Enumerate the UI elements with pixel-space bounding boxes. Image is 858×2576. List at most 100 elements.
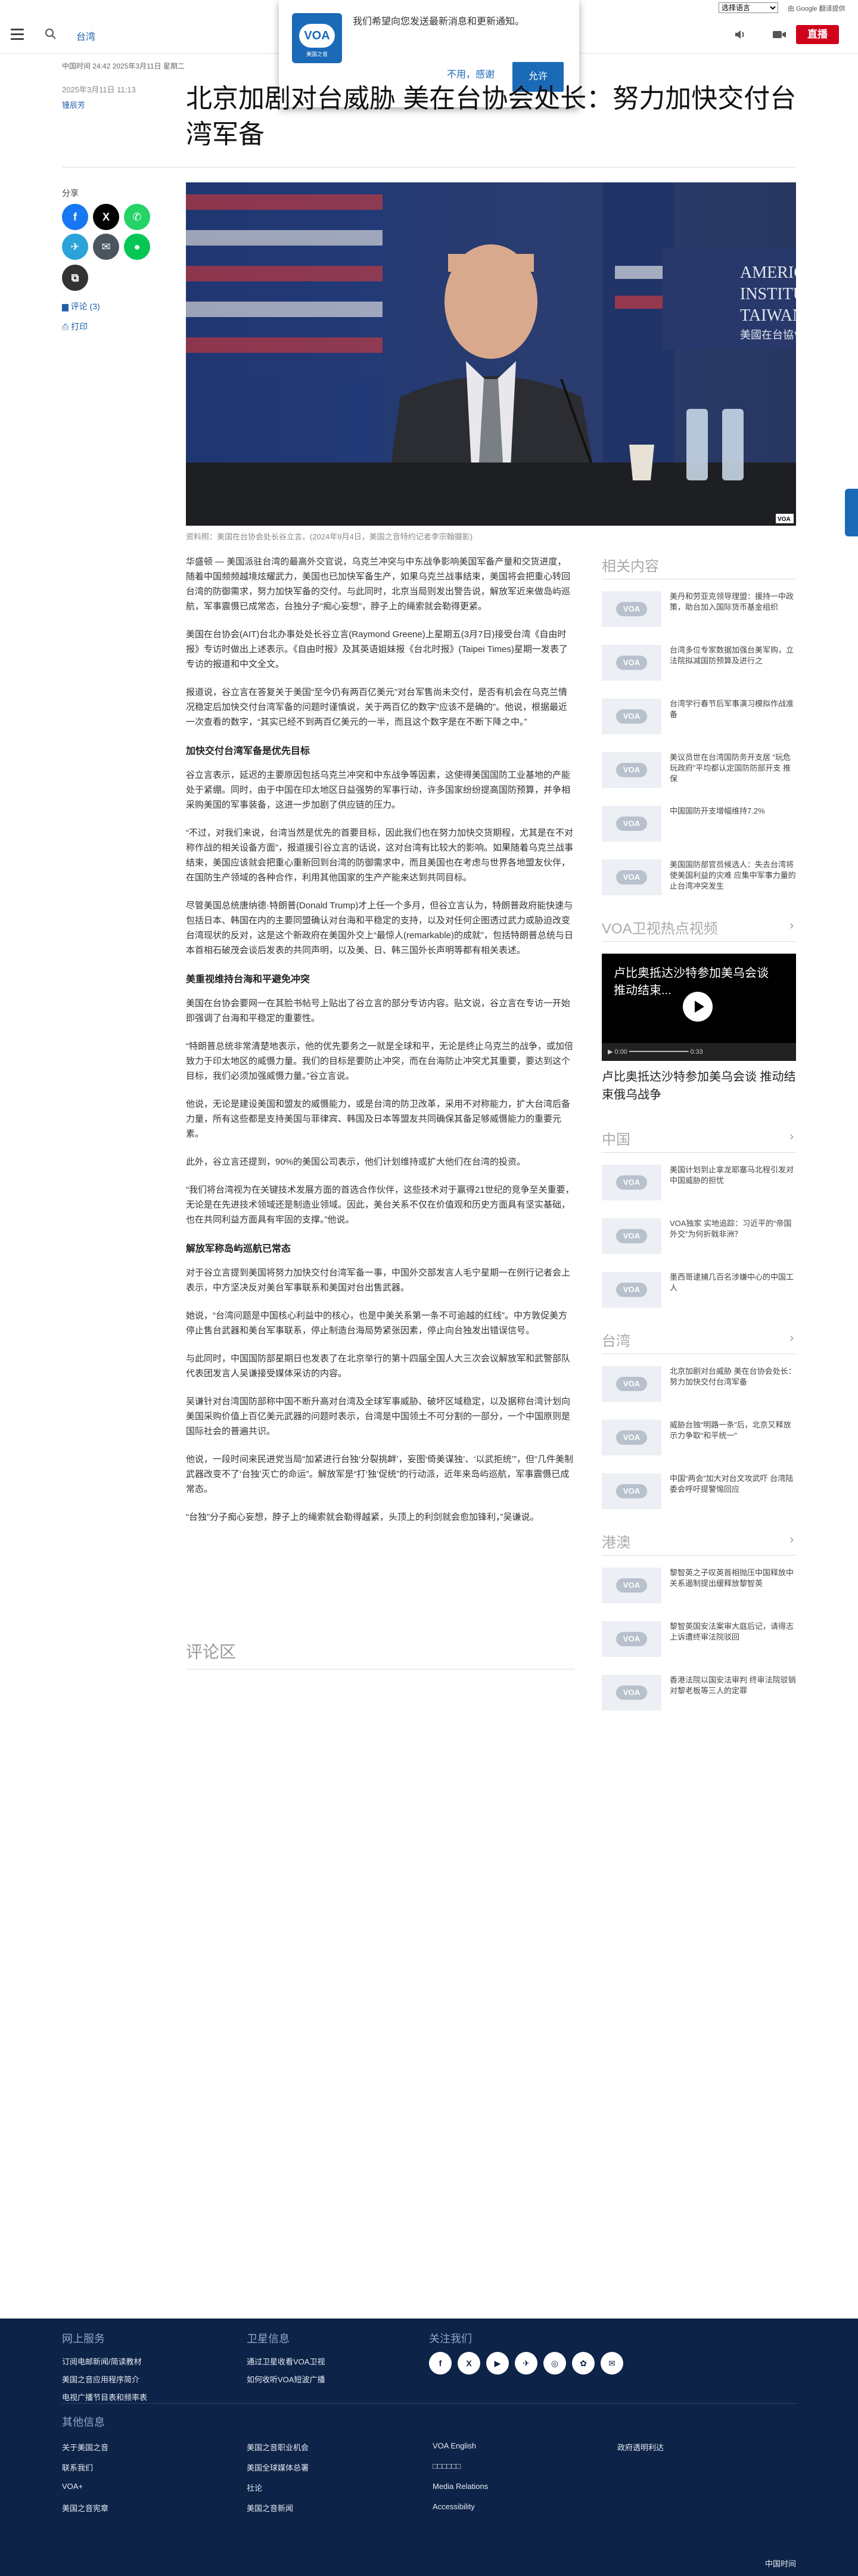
print-link-label: 打印 (71, 322, 88, 331)
paragraph: 他说，无论是建设美国和盟友的威慑能力，或是台湾的防卫改革，采用不对称能力，扩大台… (186, 1099, 571, 1139)
footer-link[interactable]: Media Relations (433, 2482, 488, 2491)
footer-link[interactable]: 社论 (247, 2482, 262, 2493)
article-thumbnail: VOA (602, 1366, 661, 1402)
share-label: 分享 (62, 188, 79, 198)
footer-link[interactable]: 美国之音新闻 (247, 2502, 293, 2513)
sidebar-article[interactable]: VOA 黎智英国安法案审大庭后记，请得志上诉遭终审法院驳回 (602, 1621, 796, 1664)
email-share-icon[interactable]: ✉ (93, 234, 119, 260)
comment-icon: ▆ (62, 302, 71, 311)
instagram-icon[interactable]: ◎ (543, 2352, 566, 2375)
sidebar-article[interactable]: VOA 香港法院以国安法审判 终审法院驳销对黎老板等三人的定罪 (602, 1675, 796, 1718)
footer-link[interactable]: 订阅电邮新闻/简读教材 (62, 2355, 142, 2367)
footer-link[interactable]: 通过卫星收看VOA卫视 (247, 2355, 325, 2367)
video-controls[interactable]: ▶ 0:00 ━━━━━━━━━━━━━━━ 0:33 (602, 1043, 796, 1061)
voa-logo-icon: VOA (616, 1686, 647, 1700)
article-thumbnail: VOA (602, 1473, 661, 1509)
sidebar-article[interactable]: VOA 黎智英之子叹英首相抛压中国释放中关系遏制提出缓释放黎智英 (602, 1568, 796, 1610)
page-meta-line: 中国时间 24:42 2025年3月11日 星期二 (62, 62, 185, 70)
telegram-share-icon[interactable]: ✈ (62, 234, 88, 260)
telegram-icon[interactable]: ✈ (515, 2352, 537, 2375)
live-button[interactable]: 直播 (796, 25, 839, 44)
sidebar-article[interactable]: VOA 中国“两会”加大对台文攻武吓 台湾陆委会呼吁提警惕回应 (602, 1473, 796, 1516)
sidebar: 相关内容 VOA 美丹和劳亚克领导理盟：援持一中政策，助台加入国际货币基金组织 VO… (602, 554, 796, 1728)
sidebar-article-title: 黎智英之子叹英首相抛压中国释放中关系遏制提出缓释放黎智英 (670, 1568, 794, 1588)
author-link[interactable]: 锺辰芳 (62, 99, 85, 110)
email-icon[interactable]: ✉ (601, 2352, 623, 2375)
x-share-icon[interactable]: X (93, 204, 119, 230)
article-thumbnail: VOA (602, 1420, 661, 1455)
paragraph: “特朗普总统非常清楚地表示，他的优先要务之一就是全球和平，无论是终止乌克兰的战争… (186, 1041, 573, 1081)
video-section-title[interactable]: VOA卫视热点视频 › (602, 917, 796, 942)
facebook-icon[interactable]: f (429, 2352, 452, 2375)
video-camera-icon[interactable] (772, 29, 786, 41)
svg-text:美國在台協會: 美國在台協會 (740, 329, 796, 342)
line-share-icon[interactable]: ● (124, 234, 150, 260)
footer-link[interactable]: Accessibility (433, 2502, 475, 2511)
sidebar-article[interactable]: VOA 美国计划到止拿龙耶塞马北程引发对中国威胁的担忧 (602, 1165, 796, 1208)
paragraph: “不过，对我们来说，台湾当然是优先的首要目标，因此我们也在努力加快交货期程，尤其… (186, 828, 573, 883)
video-player[interactable]: 卢比奥抵达沙特参加美乌会谈 推动结束... ▶ 0:00 ━━━━━━━━━━━… (602, 954, 796, 1061)
x-icon[interactable]: X (458, 2352, 480, 2375)
svg-text:TAIWAN: TAIWAN (740, 306, 796, 325)
footer-link[interactable]: VOA English (433, 2441, 476, 2450)
menu-icon[interactable] (11, 29, 24, 41)
search-icon[interactable] (44, 27, 57, 41)
print-link[interactable]: ⎙ 打印 (62, 321, 88, 333)
sidebar-article[interactable]: VOA 北京加剧对台威胁 美在台协会处长：努力加快交付台湾军备 (602, 1366, 796, 1409)
hero-sign-text: AMERICAN (740, 263, 796, 282)
footer-link[interactable]: 如何收听VOA短波广播 (247, 2373, 325, 2385)
sidebar-article[interactable]: VOA 美议员世在台湾国防务开支居 “玩危玩政府”平均都认定国防防部开支 推保 (602, 752, 796, 795)
publish-date: 2025年3月11日 11:13 (62, 85, 136, 94)
whatsapp-share-icon[interactable]: ✆ (124, 204, 150, 230)
footer: 网上服务 订阅电邮新闻/简读教材 美国之音应用程序简介 电视广播节目表和频率表 … (0, 2319, 858, 2576)
hero-illustration: AMERICAN INSTITUTE IN TAIWAN 美國在台協會 VOA (186, 182, 796, 526)
sidebar-article[interactable]: VOA 美丹和劳亚克领导理盟：援持一中政策，助台加入国际货币基金组织 (602, 591, 796, 634)
section-link[interactable]: 台湾 (76, 29, 95, 43)
sidebar-article-title: 美丹和劳亚克领导理盟：援持一中政策，助台加入国际货币基金组织 (670, 592, 794, 612)
youtube-icon[interactable]: ▶ (486, 2352, 509, 2375)
side-feedback-tab[interactable] (845, 489, 858, 536)
footer-link[interactable]: 美国全球媒体总署 (247, 2462, 309, 2473)
sidebar-article[interactable]: VOA 美国国防部官员候选人：失去台湾将使美国利益的灾难 应集中军事力量的止台湾冲… (602, 859, 796, 902)
facebook-share-icon[interactable]: f (62, 204, 88, 230)
voa-logo-icon: VOA (616, 1484, 647, 1498)
play-icon[interactable] (683, 992, 713, 1022)
sidebar-article[interactable]: VOA 墨西哥逮捕几百名涉嫌中心的中国工人 (602, 1272, 796, 1315)
sidebar-article[interactable]: VOA 台湾学行春节后军事演习模拟作战准备 (602, 699, 796, 741)
voa-logo: VOA 美国之音 (292, 13, 342, 63)
footer-link[interactable]: VOA+ (62, 2482, 83, 2491)
voa-logo-icon: VOA (616, 709, 647, 724)
hk-section-title[interactable]: 港澳 › (602, 1531, 796, 1556)
voa-logo-icon: VOA (616, 1377, 647, 1391)
article-thumbnail: VOA (602, 1218, 661, 1254)
copy-link-icon[interactable]: ⧉ (62, 265, 88, 291)
voa-logo-icon: VOA (616, 1229, 647, 1243)
hk-section-label: 港澳 (602, 1535, 630, 1551)
china-section-title[interactable]: 中国 › (602, 1128, 796, 1153)
sidebar-article-title: 墨西哥逮捕几百名涉嫌中心的中国工人 (670, 1273, 794, 1292)
footer-link[interactable]: 美国之音职业机会 (247, 2441, 309, 2453)
sidebar-article-title: 美议员世在台湾国防务开支居 “玩危玩政府”平均都认定国防防部开支 推保 (670, 753, 791, 783)
footer-link[interactable]: 政府透明利达 (617, 2441, 664, 2453)
taiwan-section-title[interactable]: 台湾 › (602, 1329, 796, 1354)
sidebar-article-title: 香港法院以国安法审判 终审法院驳销对黎老板等三人的定罪 (670, 1675, 796, 1695)
video-caption[interactable]: 卢比奥抵达沙特参加美乌会谈 推动结束俄乌战争 (602, 1068, 796, 1104)
comments-link[interactable]: ▆ 评论 (3) (62, 300, 100, 312)
footer-link[interactable]: 电视广播节目表和频率表 (62, 2391, 147, 2403)
sidebar-article[interactable]: VOA 中国国防开支增幅维持7.2% (602, 806, 796, 849)
sidebar-article-title: 美国国防部官员候选人：失去台湾将使美国利益的灾难 应集中军事力量的止台湾冲突发生 (670, 860, 796, 890)
sidebar-article-title: 台湾多位专家数据加强台美军购，立法院拟减国防预算及进行之 (670, 645, 794, 665)
footer-link[interactable]: □□□□□□ (433, 2462, 461, 2471)
footer-link[interactable]: 联系我们 (62, 2462, 93, 2473)
speaker-icon[interactable] (734, 29, 747, 41)
footer-link[interactable]: 关于美国之音 (62, 2441, 108, 2453)
language-select[interactable]: 选择语言 (719, 2, 778, 13)
sidebar-article[interactable]: VOA 威胁台独“明路一条”后，北京又释放示力争取“和平统一” (602, 1420, 796, 1463)
article-body: 华盛顿 — 美国派驻台湾的最高外交官说，乌克兰冲突与中东战争影响美国军备产量和交… (186, 554, 574, 1538)
sidebar-article[interactable]: VOA 台湾多位专家数据加强台美军购，立法院拟减国防预算及进行之 (602, 645, 796, 688)
paragraph: 美国在台协会(AIT)台北办事处处长谷立言(Raymond Greene)上星期… (186, 629, 568, 669)
footer-link[interactable]: 美国之音应用程序简介 (62, 2373, 139, 2385)
sidebar-article[interactable]: VOA VOA独家 实地追踪：习近平的“帝国外交”为何折戟非洲？ (602, 1218, 796, 1261)
footer-link[interactable]: 美国之音宪章 (62, 2502, 108, 2513)
podcast-icon[interactable]: ✿ (572, 2352, 595, 2375)
